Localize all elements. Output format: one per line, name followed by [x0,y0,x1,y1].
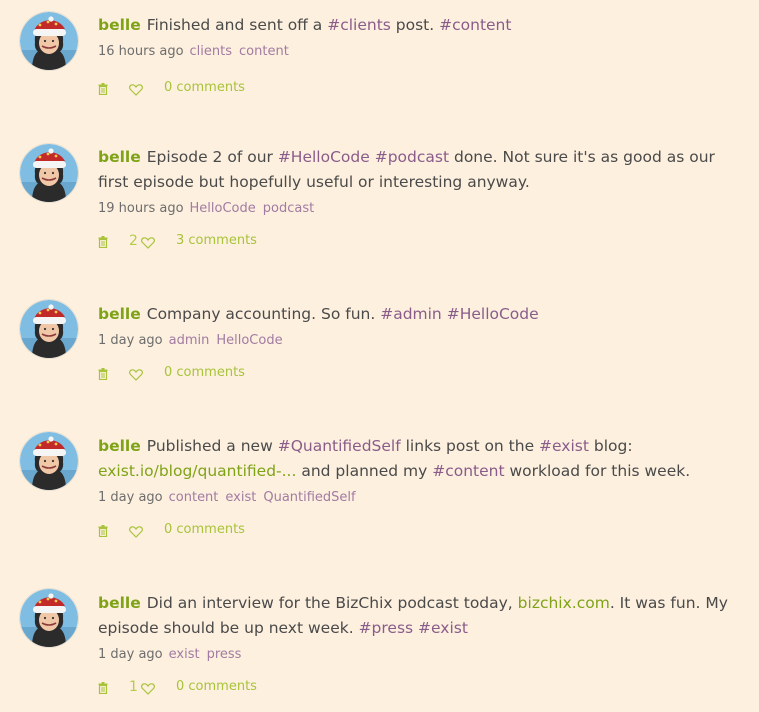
hashtag-link[interactable]: #exist [418,619,468,637]
hashtag-link[interactable]: #QuantifiedSelf [278,437,401,455]
post-meta: 19 hours ago HelloCode podcast [98,200,747,218]
delete-icon[interactable] [98,83,108,99]
post-time[interactable]: 1 day ago [98,647,163,662]
hashtag-link[interactable]: #exist [539,437,589,455]
post-tag[interactable]: exist [169,647,200,662]
avatar[interactable] [20,144,78,202]
post-tag[interactable]: content [239,44,289,59]
post-tag[interactable]: exist [225,490,256,505]
heart-icon[interactable] [141,683,155,699]
comments-link[interactable]: 0 comments [176,679,257,694]
post-username[interactable]: belle [98,16,141,34]
delete-icon[interactable] [98,525,108,541]
post-meta: 1 day ago content exist QuantifiedSelf [98,489,747,507]
post-tag[interactable]: content [169,490,219,505]
delete-icon[interactable] [98,236,108,252]
post-content: belle Company accounting. So fun. #admin … [98,302,747,350]
post-username[interactable]: belle [98,305,141,323]
post-body: belle Did an interview for the BizChix po… [98,591,747,641]
hashtag-link[interactable]: #admin [380,305,442,323]
external-link[interactable]: bizchix.com [518,594,610,612]
post-text: Company accounting. So fun. [146,305,381,323]
external-link[interactable]: exist.io/blog/quantified-... [98,462,296,480]
comments-link[interactable]: 3 comments [176,233,257,248]
post-text: workload for this week. [504,462,691,480]
post-username[interactable]: belle [98,437,141,455]
post-content: belle Episode 2 of our #HelloCode #podcas… [98,145,747,218]
comments-link[interactable]: 0 comments [164,365,245,380]
like-count: 1 [129,679,138,695]
post-tag[interactable]: HelloCode [216,333,282,348]
post-text: and planned my [296,462,433,480]
post-text: blog: [588,437,633,455]
avatar[interactable] [20,589,78,647]
delete-icon[interactable] [98,368,108,384]
post-tag[interactable]: HelloCode [190,201,256,216]
post-tag[interactable]: QuantifiedSelf [263,490,355,505]
activity-feed: belle Finished and sent off a #clients po… [0,0,759,712]
avatar[interactable] [20,432,78,490]
hashtag-link[interactable]: #content [432,462,504,480]
post-body: belle Published a new #QuantifiedSelf lin… [98,434,747,484]
post-body: belle Company accounting. So fun. #admin … [98,302,747,327]
post-tag[interactable]: clients [190,44,232,59]
comments-link[interactable]: 0 comments [164,80,245,95]
post-tag[interactable]: press [207,647,242,662]
like-count: 2 [129,233,138,249]
post-tag[interactable]: podcast [263,201,314,216]
avatar[interactable] [20,300,78,358]
post-time[interactable]: 1 day ago [98,333,163,348]
heart-icon[interactable] [129,526,143,542]
delete-icon[interactable] [98,682,108,698]
post-text: links post on the [400,437,540,455]
hashtag-link[interactable]: #content [439,16,511,34]
post-content: belle Published a new #QuantifiedSelf lin… [98,434,747,507]
post-text: Episode 2 of our [146,148,278,166]
comments-link[interactable]: 0 comments [164,522,245,537]
post-meta: 16 hours ago clients content [98,43,747,61]
post-username[interactable]: belle [98,148,141,166]
post-text: Did an interview for the BizChix podcast… [146,594,518,612]
post-body: belle Finished and sent off a #clients po… [98,13,747,38]
post-text: Published a new [146,437,278,455]
post-content: belle Did an interview for the BizChix po… [98,591,747,664]
post-time[interactable]: 16 hours ago [98,44,184,59]
post-meta: 1 day ago admin HelloCode [98,332,747,350]
hashtag-link[interactable]: #clients [327,16,391,34]
post-content: belle Finished and sent off a #clients po… [98,13,747,61]
post-time[interactable]: 1 day ago [98,490,163,505]
heart-icon[interactable] [129,84,143,100]
post-text: Finished and sent off a [146,16,328,34]
avatar[interactable] [20,12,78,70]
heart-icon[interactable] [129,369,143,385]
post-text: post. [390,16,440,34]
hashtag-link[interactable]: #press [359,619,414,637]
post-meta: 1 day ago exist press [98,646,747,664]
post-body: belle Episode 2 of our #HelloCode #podcas… [98,145,747,195]
post-time[interactable]: 19 hours ago [98,201,184,216]
post-username[interactable]: belle [98,594,141,612]
hashtag-link[interactable]: #HelloCode [447,305,539,323]
post-tag[interactable]: admin [169,333,210,348]
hashtag-link[interactable]: #HelloCode [278,148,370,166]
hashtag-link[interactable]: #podcast [375,148,449,166]
heart-icon[interactable] [141,237,155,253]
